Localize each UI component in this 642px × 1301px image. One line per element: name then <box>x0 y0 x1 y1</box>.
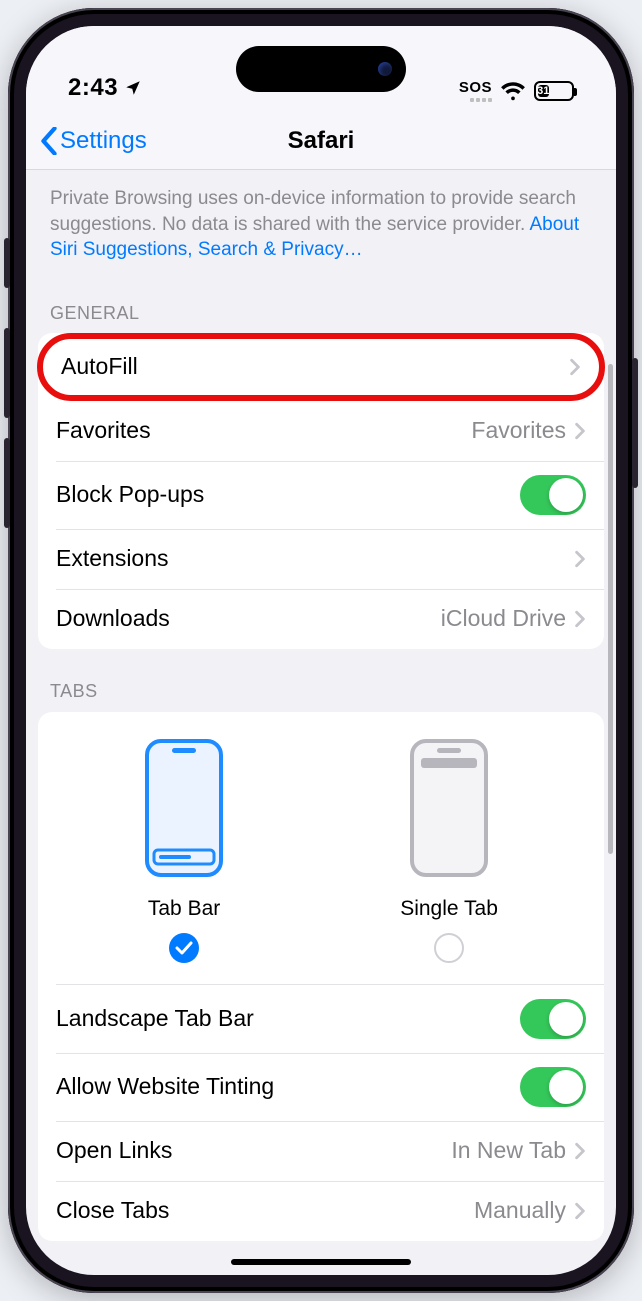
row-close-tabs[interactable]: Close Tabs Manually <box>38 1181 604 1241</box>
row-downloads[interactable]: Downloads iCloud Drive <box>38 589 604 649</box>
content-scroll[interactable]: Private Browsing uses on-device informat… <box>26 170 616 1241</box>
back-label: Settings <box>60 127 147 155</box>
phone-frame: 2:43 SOS 31 Settings <box>8 8 634 1293</box>
sos-indicator: SOS <box>459 79 492 102</box>
toggle-switch[interactable] <box>520 1067 586 1107</box>
row-autofill[interactable]: AutoFill <box>37 333 605 401</box>
wifi-icon <box>500 81 526 101</box>
description-text: Private Browsing uses on-device informat… <box>50 188 576 235</box>
tab-bar-preview-icon <box>144 738 224 878</box>
radio-unselected[interactable] <box>434 933 464 963</box>
row-detail: In New Tab <box>451 1137 566 1164</box>
row-landscape-tab-bar[interactable]: Landscape Tab Bar <box>38 985 604 1053</box>
row-open-links[interactable]: Open Links In New Tab <box>38 1121 604 1181</box>
chevron-right-icon <box>574 1142 586 1160</box>
row-label: Allow Website Tinting <box>56 1073 520 1100</box>
time-label: 2:43 <box>68 74 118 102</box>
row-block-popups[interactable]: Block Pop-ups <box>38 461 604 529</box>
row-label: AutoFill <box>61 353 569 380</box>
row-detail: Manually <box>474 1197 566 1224</box>
chevron-right-icon <box>569 358 581 376</box>
row-detail: Favorites <box>471 417 566 444</box>
row-label: Downloads <box>56 605 441 632</box>
row-detail: iCloud Drive <box>441 605 566 632</box>
volume-down-button[interactable] <box>4 438 10 528</box>
section-description: Private Browsing uses on-device informat… <box>26 170 616 271</box>
chevron-right-icon <box>574 422 586 440</box>
row-extensions[interactable]: Extensions <box>38 529 604 589</box>
tab-layout-picker: Tab Bar Single Tab <box>38 712 604 985</box>
radio-selected[interactable] <box>169 933 199 963</box>
volume-up-button[interactable] <box>4 328 10 418</box>
toggle-switch[interactable] <box>520 999 586 1039</box>
status-right: SOS 31 <box>459 79 574 102</box>
battery-level: 31 <box>538 85 549 97</box>
nav-bar: Settings Safari <box>26 112 616 170</box>
option-tab-bar[interactable]: Tab Bar <box>144 738 224 963</box>
status-time: 2:43 <box>68 74 142 102</box>
row-label: Close Tabs <box>56 1197 474 1224</box>
screen: 2:43 SOS 31 Settings <box>26 26 616 1275</box>
dynamic-island <box>236 46 406 92</box>
option-label: Single Tab <box>400 897 498 921</box>
group-general: AutoFill Favorites Favorites Block Pop-u… <box>38 333 604 649</box>
location-icon <box>124 79 142 97</box>
single-tab-preview-icon <box>409 738 489 878</box>
section-header-general: GENERAL <box>26 271 616 334</box>
option-single-tab[interactable]: Single Tab <box>400 738 498 963</box>
scrollbar[interactable] <box>608 364 613 854</box>
row-label: Favorites <box>56 417 471 444</box>
row-favorites[interactable]: Favorites Favorites <box>38 401 604 461</box>
sos-label: SOS <box>459 79 492 96</box>
chevron-right-icon <box>574 1202 586 1220</box>
silence-switch[interactable] <box>4 238 10 288</box>
chevron-right-icon <box>574 610 586 628</box>
back-button[interactable]: Settings <box>40 127 147 155</box>
chevron-left-icon <box>40 127 58 155</box>
option-label: Tab Bar <box>144 897 224 921</box>
row-label: Open Links <box>56 1137 451 1164</box>
row-label: Landscape Tab Bar <box>56 1005 520 1032</box>
row-label: Extensions <box>56 545 574 572</box>
battery-icon: 31 <box>534 81 574 101</box>
toggle-switch[interactable] <box>520 475 586 515</box>
group-tabs: Tab Bar Single Tab <box>38 712 604 1241</box>
row-allow-website-tinting[interactable]: Allow Website Tinting <box>38 1053 604 1121</box>
power-button[interactable] <box>632 358 638 488</box>
chevron-right-icon <box>574 550 586 568</box>
checkmark-icon <box>175 941 193 955</box>
section-header-tabs: TABS <box>26 649 616 712</box>
home-indicator[interactable] <box>231 1259 411 1265</box>
row-label: Block Pop-ups <box>56 481 520 508</box>
